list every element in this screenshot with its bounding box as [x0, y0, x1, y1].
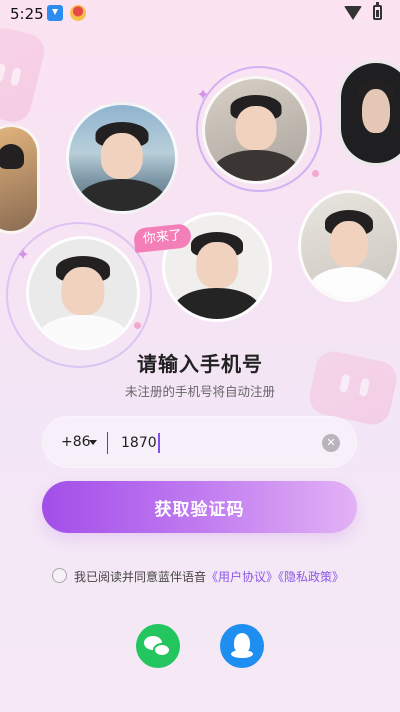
- status-bar: 5:25: [0, 0, 400, 28]
- status-time: 5:25: [10, 5, 44, 23]
- qq-login-button[interactable]: [220, 624, 264, 668]
- avatar: [0, 124, 40, 234]
- wechat-login-button[interactable]: [136, 624, 180, 668]
- battery-icon: [373, 2, 382, 20]
- input-divider: [107, 432, 108, 454]
- decorative-bubble: [0, 24, 49, 126]
- agreement-text: 我已阅读并同意蓝伴语音《用户协议》《隐私政策》: [74, 568, 344, 585]
- avatar: [298, 190, 400, 302]
- sparkle-icon: ✦: [16, 245, 30, 264]
- chevron-down-icon[interactable]: [89, 440, 97, 445]
- country-code-selector[interactable]: +86: [61, 434, 91, 450]
- decorative-dot: [134, 322, 141, 329]
- user-agreement-link[interactable]: 《用户协议》: [206, 570, 278, 584]
- sparkle-icon: ✦: [196, 85, 210, 104]
- page-title: 请输入手机号: [137, 352, 263, 376]
- get-verification-code-button[interactable]: 获取验证码: [42, 481, 357, 533]
- phone-input[interactable]: [121, 430, 321, 456]
- text-cursor: [158, 433, 160, 453]
- agreement-checkbox[interactable]: [52, 568, 67, 583]
- page-subtitle: 未注册的手机号将自动注册: [124, 384, 275, 399]
- avatar: [26, 236, 140, 350]
- agreement-prefix: 我已阅读并同意蓝伴语音: [74, 570, 207, 584]
- app-notification-icon: [70, 5, 86, 21]
- decorative-dot: [312, 170, 319, 177]
- clear-icon[interactable]: ✕: [322, 434, 340, 452]
- avatar: [202, 76, 310, 184]
- privacy-policy-link[interactable]: 《隐私政策》: [278, 570, 344, 584]
- bubble-eye: [0, 63, 7, 83]
- download-icon: [47, 5, 63, 21]
- avatar: [338, 60, 400, 166]
- bubble-eye: [9, 66, 22, 87]
- wifi-icon: [344, 6, 362, 20]
- phone-input-row: +86 ✕: [42, 416, 357, 468]
- avatar: [66, 102, 178, 214]
